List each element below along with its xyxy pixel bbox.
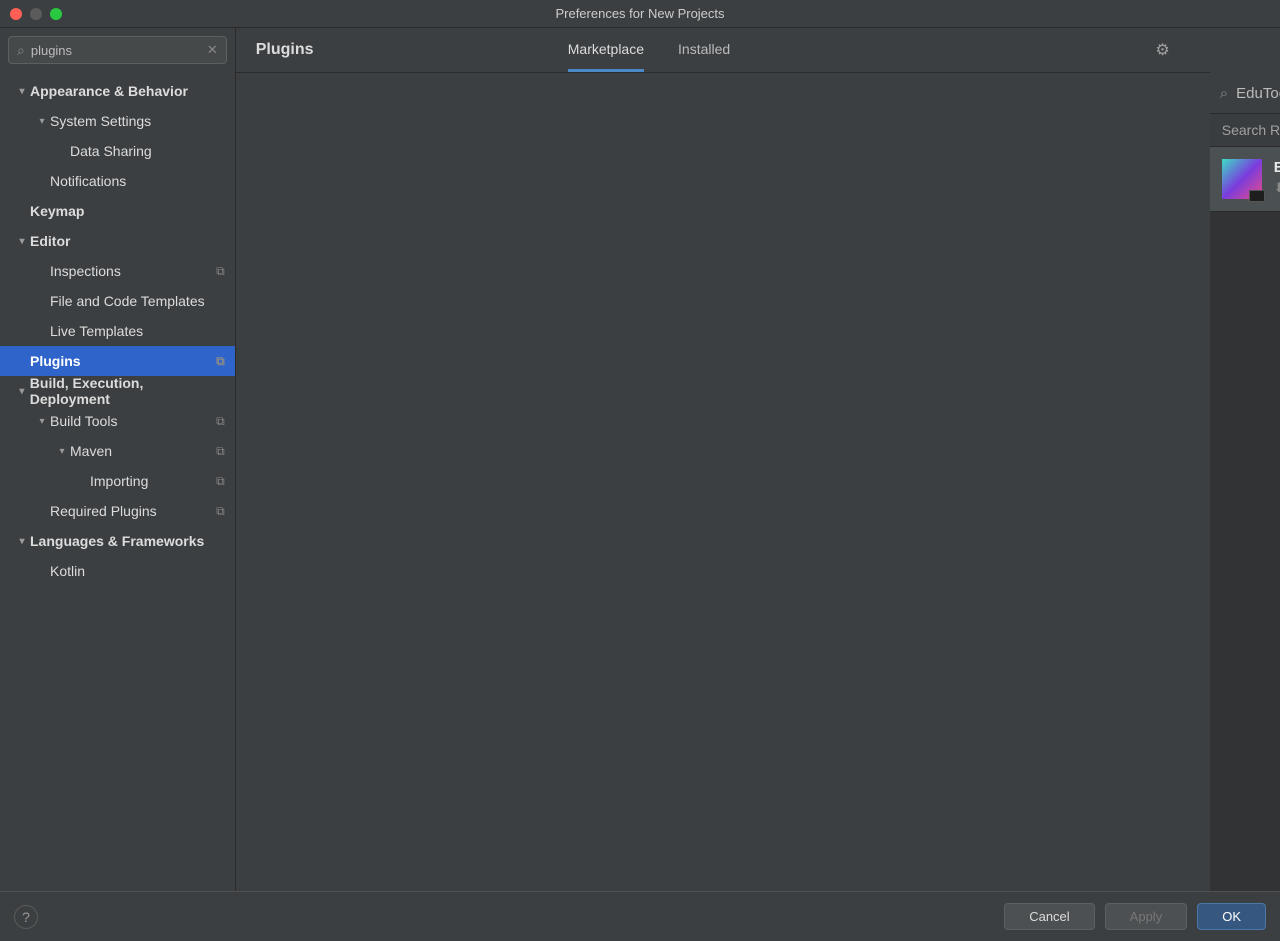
tree-item-label: Maven (70, 443, 112, 459)
tree-item-system-settings[interactable]: ▾System Settings (0, 106, 235, 136)
help-button[interactable]: ? (14, 905, 38, 929)
copy-icon[interactable]: ⧉ (216, 474, 225, 489)
chevron-down-icon: ▾ (34, 416, 50, 427)
clear-search-icon[interactable]: ✕ (207, 42, 218, 58)
download-icon: ⬇ 1.6M (1274, 180, 1280, 196)
tree-item-inspections[interactable]: Inspections ⧉ (0, 256, 235, 286)
tree-item-label: Importing (90, 473, 148, 489)
tree-item-label: Build Tools (50, 413, 117, 429)
plugins-header: Plugins Marketplace Installed ⚙ (236, 28, 1210, 73)
plugin-icon (1222, 159, 1262, 199)
tree-item-label: Appearance & Behavior (30, 83, 188, 99)
tree-item-label: Build, Execution, Deployment (30, 375, 225, 407)
tree-item-appearance-behavior[interactable]: ▾Appearance & Behavior (0, 76, 235, 106)
minimize-window-icon[interactable] (30, 8, 42, 20)
tree-item-label: System Settings (50, 113, 151, 129)
ok-button[interactable]: OK (1197, 903, 1266, 930)
chevron-down-icon: ▾ (14, 386, 30, 397)
gear-icon[interactable]: ⚙ (1155, 40, 1169, 60)
copy-icon[interactable]: ⧉ (216, 444, 225, 459)
close-window-icon[interactable] (10, 8, 22, 20)
maximize-window-icon[interactable] (50, 8, 62, 20)
results-count: Search Results (1) (1222, 122, 1280, 138)
plugins-search-input[interactable] (1236, 85, 1280, 102)
tree-item-data-sharing[interactable]: Data Sharing (0, 136, 235, 166)
tree-item-editor[interactable]: ▾Editor (0, 226, 235, 256)
plugins-search-bar[interactable]: ⌕ ✕ (1210, 73, 1280, 113)
tree-item-label: Inspections (50, 263, 121, 279)
tree-item-label: Keymap (30, 203, 84, 219)
chevron-down-icon: ▾ (14, 86, 30, 97)
tree-item-label: Data Sharing (70, 143, 152, 159)
preferences-sidebar: ⌕ ✕ ▾Appearance & Behavior▾System Settin… (0, 28, 236, 891)
tree-item-label: Notifications (50, 173, 126, 189)
copy-icon[interactable]: ⧉ (216, 264, 225, 279)
preferences-tree: ▾Appearance & Behavior▾System SettingsDa… (0, 72, 235, 891)
chevron-down-icon: ▾ (34, 116, 50, 127)
chevron-down-icon: ▾ (14, 236, 30, 247)
tree-item-label: Required Plugins (50, 503, 157, 519)
tab-marketplace[interactable]: Marketplace (568, 29, 644, 72)
tree-item-label: Languages & Frameworks (30, 533, 204, 549)
plugin-result-item[interactable]: EduTools ⬇ 1.6M ☆ 4.46 Install (1210, 147, 1280, 212)
title-bar: Preferences for New Projects (0, 0, 1280, 28)
tree-item-plugins[interactable]: Plugins ⧉ (0, 346, 235, 376)
plugin-result-list: EduTools ⬇ 1.6M ☆ 4.46 Install (1210, 147, 1280, 891)
tree-item-maven[interactable]: ▾Maven ⧉ (0, 436, 235, 466)
tab-installed[interactable]: Installed (678, 29, 730, 72)
chevron-down-icon: ▾ (54, 446, 70, 457)
tree-item-languages-frameworks[interactable]: ▾Languages & Frameworks (0, 526, 235, 556)
tree-item-label: Live Templates (50, 323, 143, 339)
preferences-search-input[interactable] (31, 43, 207, 58)
copy-icon[interactable]: ⧉ (216, 414, 225, 429)
cancel-button[interactable]: Cancel (1004, 903, 1094, 930)
tree-item-kotlin[interactable]: Kotlin (0, 556, 235, 586)
plugins-title: Plugins (256, 41, 314, 59)
tree-item-required-plugins[interactable]: Required Plugins ⧉ (0, 496, 235, 526)
tree-item-file-and-code-templates[interactable]: File and Code Templates (0, 286, 235, 316)
tree-item-importing[interactable]: Importing ⧉ (0, 466, 235, 496)
preferences-search[interactable]: ⌕ ✕ (8, 36, 227, 64)
tree-item-label: Kotlin (50, 563, 85, 579)
copy-icon[interactable]: ⧉ (216, 354, 225, 369)
tree-item-label: Plugins (30, 353, 81, 369)
copy-icon[interactable]: ⧉ (216, 504, 225, 519)
tree-item-build-tools[interactable]: ▾Build Tools ⧉ (0, 406, 235, 436)
chevron-down-icon: ▾ (14, 536, 30, 547)
apply-button[interactable]: Apply (1105, 903, 1188, 930)
plugin-name: EduTools (1274, 159, 1280, 176)
plugins-tabs: Marketplace Installed (568, 29, 730, 72)
tree-item-notifications[interactable]: Notifications (0, 166, 235, 196)
search-icon: ⌕ (1220, 85, 1228, 102)
tree-item-label: File and Code Templates (50, 293, 205, 309)
tree-item-keymap[interactable]: Keymap (0, 196, 235, 226)
traffic-lights (10, 8, 62, 20)
search-icon: ⌕ (17, 42, 25, 59)
results-bar: Search Results (1) Sort By: Relevance ▾ (1210, 113, 1280, 147)
tree-item-build-execution-deployment[interactable]: ▾Build, Execution, Deployment (0, 376, 235, 406)
tree-item-label: Editor (30, 233, 70, 249)
tree-item-live-templates[interactable]: Live Templates (0, 316, 235, 346)
window-title: Preferences for New Projects (555, 6, 724, 21)
dialog-footer: ? Cancel Apply OK (0, 891, 1280, 941)
